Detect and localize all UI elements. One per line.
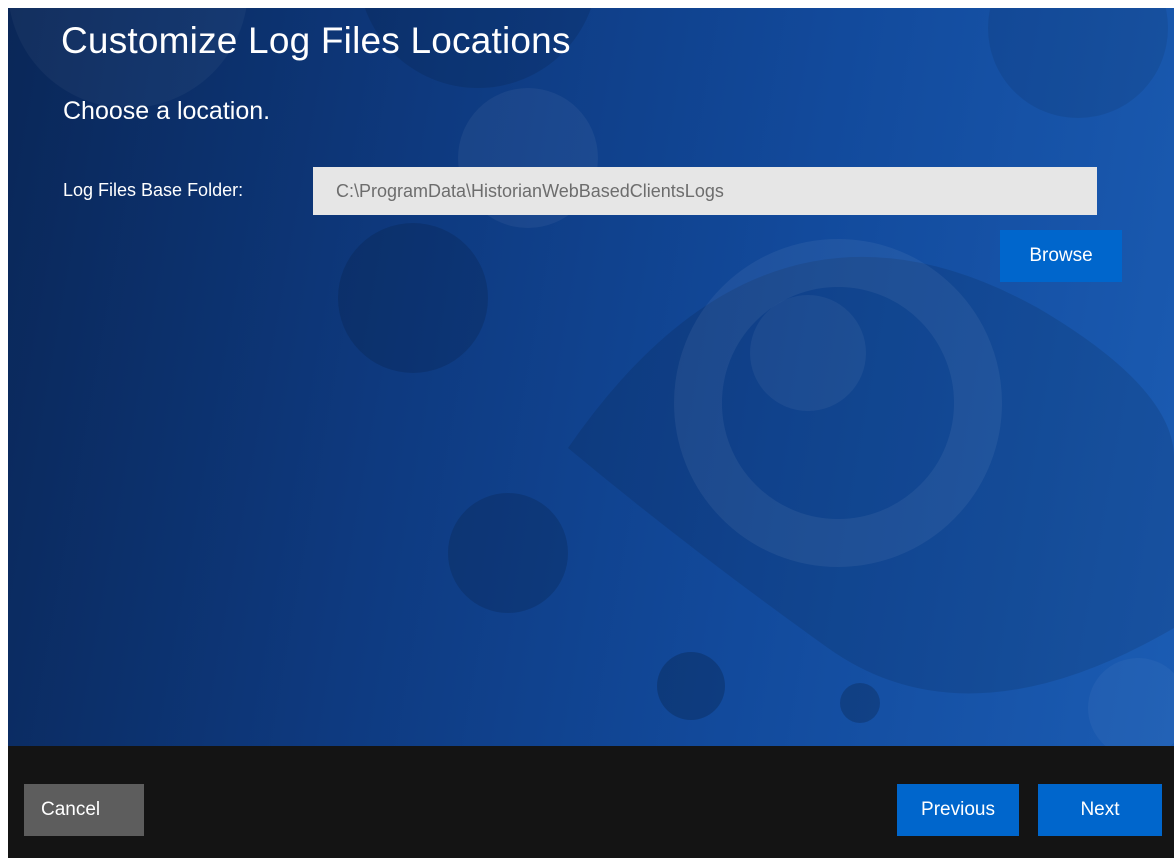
log-folder-input[interactable]: [313, 167, 1097, 215]
installer-window: Customize Log Files Locations Choose a l…: [0, 0, 1174, 858]
footer-bar: Cancel Previous Next: [8, 746, 1174, 858]
page-subtitle: Choose a location.: [63, 97, 271, 125]
previous-button[interactable]: Previous: [897, 784, 1019, 836]
page-title: Customize Log Files Locations: [61, 20, 571, 61]
content-panel: Customize Log Files Locations Choose a l…: [8, 8, 1174, 746]
log-folder-label: Log Files Base Folder:: [63, 180, 244, 200]
browse-button[interactable]: Browse: [1000, 230, 1122, 282]
next-button[interactable]: Next: [1038, 784, 1162, 836]
cancel-button[interactable]: Cancel: [24, 784, 144, 836]
